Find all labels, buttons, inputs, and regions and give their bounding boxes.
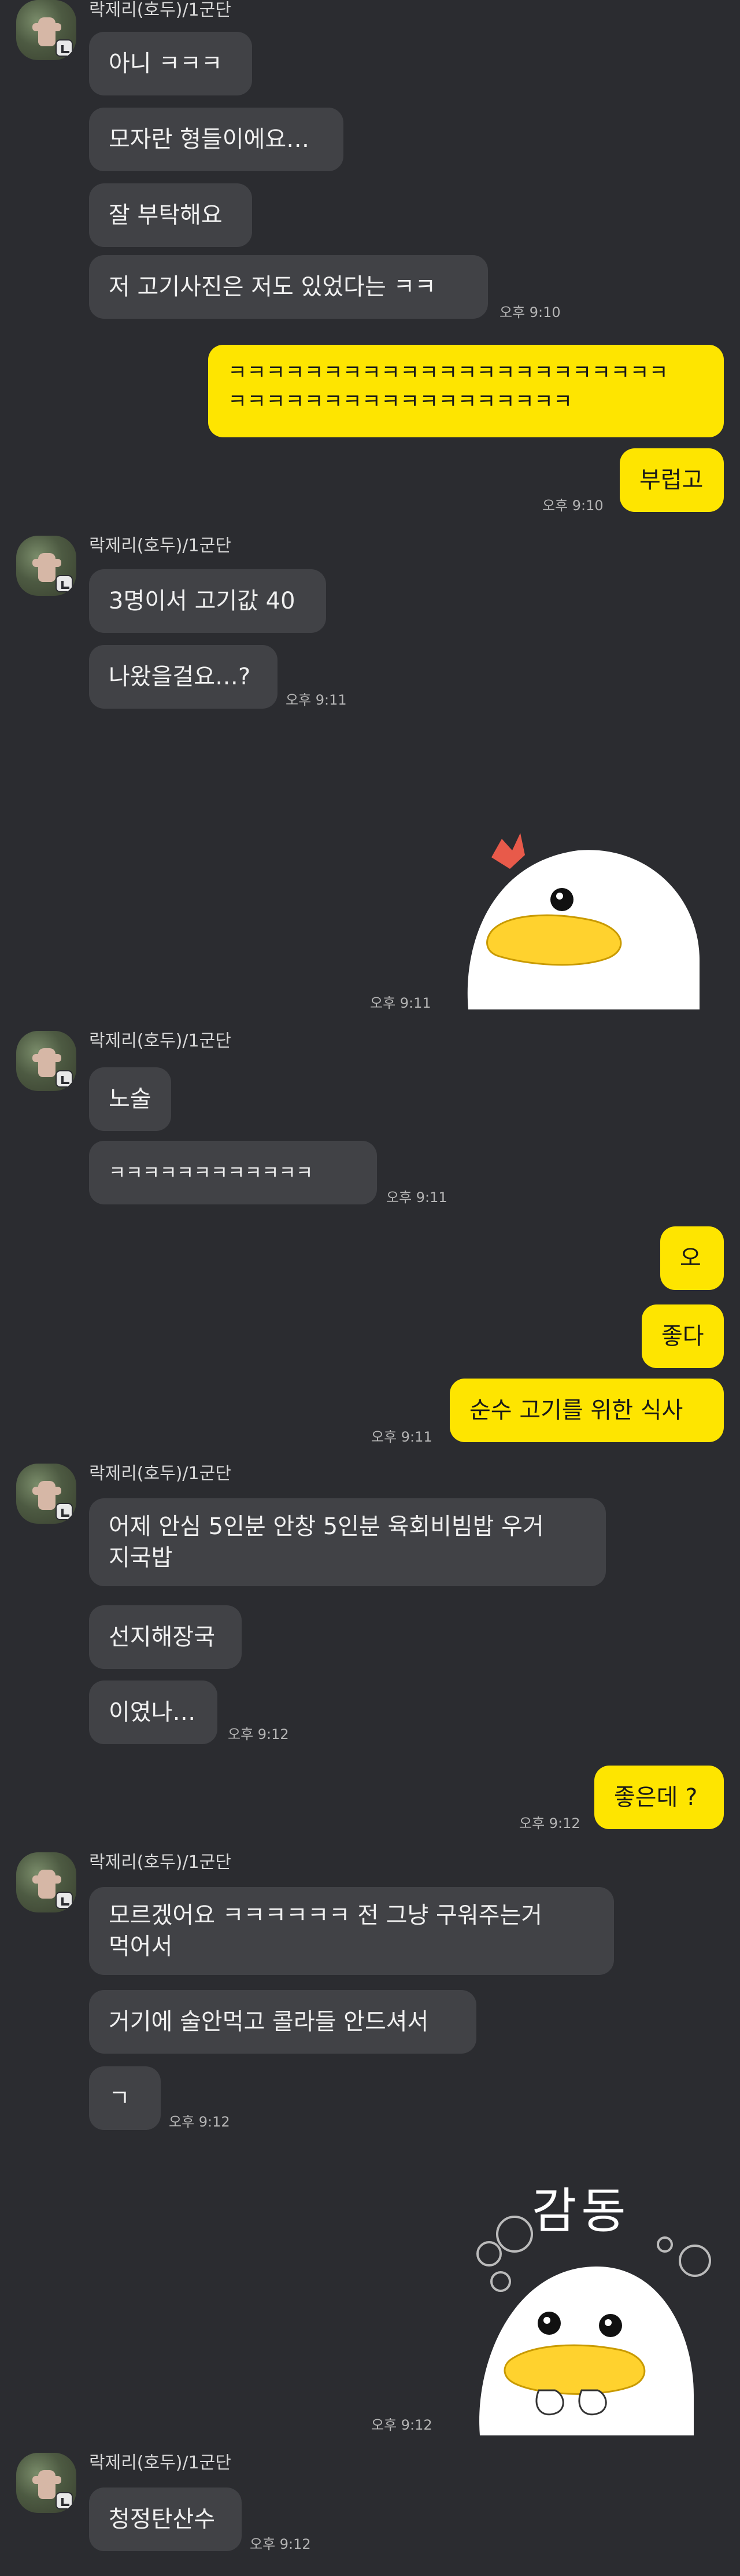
message-bubble[interactable]: 노술 <box>89 1067 171 1131</box>
message-bubble[interactable]: 청정탄산수 <box>89 2487 242 2551</box>
message-time: 오후 9:12 <box>519 1815 580 1831</box>
message-time: 오후 9:11 <box>386 1189 447 1206</box>
sender-name: 락제리(호두)/1군단 <box>89 1852 231 1873</box>
message-bubble[interactable]: 이였나… <box>89 1681 217 1744</box>
message-time: 오후 9:11 <box>371 1429 432 1445</box>
message-line: 지국밥 <box>109 1545 173 1571</box>
message-time: 오후 9:10 <box>500 304 561 320</box>
message-bubble[interactable]: 3명이서 고기값 40 <box>89 569 326 633</box>
message-bubble-outgoing[interactable]: 순수 고기를 위한 식사 <box>450 1379 724 1442</box>
touched-duck-sticker[interactable] <box>468 2164 711 2435</box>
sender-name: 락제리(호두)/1군단 <box>89 1464 231 1484</box>
sender-name: 락제리(호두)/1군단 <box>89 2453 231 2473</box>
profile-badge-icon <box>56 1503 73 1520</box>
message-bubble-outgoing[interactable]: 좋은데 ? <box>594 1766 724 1829</box>
message-bubble[interactable]: 거기에 술안먹고 콜라들 안드셔서 <box>89 1990 476 2054</box>
avatar[interactable] <box>16 1464 76 1524</box>
profile-badge-icon <box>56 1070 73 1088</box>
avatar[interactable] <box>16 1852 76 1912</box>
message-bubble[interactable]: 모르겠어요 ㅋㅋㅋㅋㅋㅋ 전 그냥 구워주는거 먹어서 <box>89 1887 614 1975</box>
surprised-duck-sticker[interactable] <box>457 810 711 1012</box>
avatar[interactable] <box>16 0 76 60</box>
avatar[interactable] <box>16 536 76 596</box>
message-bubble[interactable]: 잘 부탁해요 <box>89 183 252 247</box>
message-time: 오후 9:12 <box>250 2536 311 2552</box>
profile-badge-icon <box>56 2492 73 2509</box>
message-line: ㅋㅋㅋㅋㅋㅋㅋㅋㅋㅋㅋㅋㅋㅋㅋㅋㅋㅋㅋㅋㅋㅋㅋ <box>228 361 668 385</box>
message-line: 어제 안심 5인분 안창 5인분 육회비빔밥 우거 <box>109 1513 544 1540</box>
message-bubble[interactable]: 나왔을걸요…? <box>89 645 278 709</box>
message-time: 오후 9:12 <box>228 1726 289 1742</box>
message-bubble[interactable]: 저 고기사진은 저도 있었다는 ㅋㅋ <box>89 255 488 319</box>
message-bubble[interactable]: 선지해장국 <box>89 1605 242 1669</box>
message-bubble-outgoing[interactable]: 좋다 <box>642 1304 724 1368</box>
profile-badge-icon <box>56 1892 73 1909</box>
message-bubble-outgoing[interactable]: ㅋㅋㅋㅋㅋㅋㅋㅋㅋㅋㅋㅋㅋㅋㅋㅋㅋㅋㅋㅋㅋㅋㅋ ㅋㅋㅋㅋㅋㅋㅋㅋㅋㅋㅋㅋㅋㅋㅋㅋ… <box>208 345 724 437</box>
message-bubble[interactable]: ㄱ <box>89 2066 161 2130</box>
message-time: 오후 9:12 <box>371 2417 432 2433</box>
message-bubble[interactable]: 모자란 형들이에요… <box>89 108 343 171</box>
message-time: 오후 9:11 <box>370 995 431 1011</box>
message-line: 먹어서 <box>109 1933 173 1960</box>
message-time: 오후 9:12 <box>169 2114 230 2130</box>
message-bubble[interactable]: 아니 ㅋㅋㅋ <box>89 32 252 95</box>
message-time: 오후 9:11 <box>286 692 347 708</box>
message-line: ㅋㅋㅋㅋㅋㅋㅋㅋㅋㅋㅋㅋㅋㅋㅋㅋㅋㅋ <box>228 390 573 414</box>
message-bubble-outgoing[interactable]: 부럽고 <box>620 448 724 512</box>
message-bubble-outgoing[interactable]: 오 <box>660 1226 724 1290</box>
avatar[interactable] <box>16 1031 76 1091</box>
message-line: 모르겠어요 ㅋㅋㅋㅋㅋㅋ 전 그냥 구워주는거 <box>109 1902 543 1929</box>
message-time: 오후 9:10 <box>542 497 604 514</box>
avatar[interactable] <box>16 2453 76 2513</box>
message-bubble[interactable]: ㅋㅋㅋㅋㅋㅋㅋㅋㅋㅋㅋㅋ <box>89 1141 377 1204</box>
sender-name: 락제리(호두)/1군단 <box>89 0 231 20</box>
profile-badge-icon <box>56 39 73 57</box>
message-bubble[interactable]: 어제 안심 5인분 안창 5인분 육회비빔밥 우거 지국밥 <box>89 1498 606 1586</box>
profile-badge-icon <box>56 575 73 592</box>
sender-name: 락제리(호두)/1군단 <box>89 1031 231 1051</box>
sender-name: 락제리(호두)/1군단 <box>89 536 231 556</box>
